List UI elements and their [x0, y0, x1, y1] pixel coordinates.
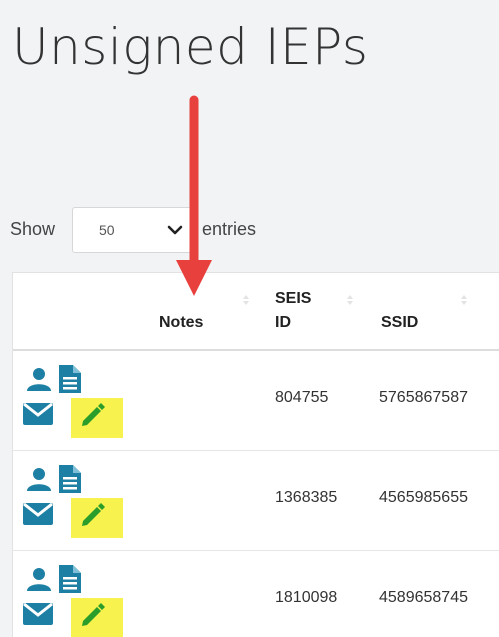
user-icon[interactable]	[27, 467, 51, 491]
sort-icon	[347, 295, 353, 305]
user-icon[interactable]	[27, 367, 51, 391]
row-action-icons	[21, 565, 123, 637]
table-row: 1368385 4565985655	[13, 451, 499, 551]
ssid-cell: 4589658745	[379, 589, 468, 606]
table-header: Notes SEIS ID SSID	[13, 273, 499, 351]
chevron-down-icon	[167, 225, 183, 235]
document-icon[interactable]	[59, 465, 81, 493]
table-row: 804755 5765867587	[13, 351, 499, 451]
ssid-cell: 5765867587	[379, 389, 468, 406]
entries-select[interactable]: 50	[72, 207, 192, 253]
column-header-ssid[interactable]: SSID	[381, 311, 418, 335]
row-action-icons	[21, 465, 123, 538]
envelope-icon[interactable]	[23, 603, 53, 625]
entries-length-control: Show 50 entries	[0, 204, 499, 254]
envelope-icon[interactable]	[23, 503, 53, 525]
column-header-notes[interactable]: Notes	[159, 311, 203, 335]
table-row: 1810098 4589658745	[13, 551, 499, 637]
pencil-icon[interactable]	[79, 501, 107, 529]
seis-id-cell: 804755	[275, 389, 329, 406]
envelope-icon[interactable]	[23, 403, 53, 425]
row-action-icons	[21, 365, 123, 438]
show-label: Show	[10, 219, 56, 239]
pencil-icon[interactable]	[79, 601, 107, 629]
column-header-seis-id[interactable]: SEIS ID	[275, 287, 315, 335]
ssid-cell: 4565985655	[379, 489, 468, 506]
pencil-icon[interactable]	[79, 401, 107, 429]
unsigned-ieps-table: Notes SEIS ID SSID 804755 5765867587 136…	[12, 272, 499, 637]
entries-label: entries	[202, 219, 257, 239]
page-title: Unsigned IEPs	[12, 18, 369, 76]
seis-id-cell: 1368385	[275, 489, 338, 506]
user-icon[interactable]	[27, 567, 51, 591]
sort-icon	[243, 295, 249, 305]
seis-id-cell: 1810098	[275, 589, 338, 606]
document-icon[interactable]	[59, 565, 81, 593]
document-icon[interactable]	[59, 365, 81, 393]
sort-icon	[461, 295, 467, 305]
entries-select-value: 50	[99, 222, 115, 238]
